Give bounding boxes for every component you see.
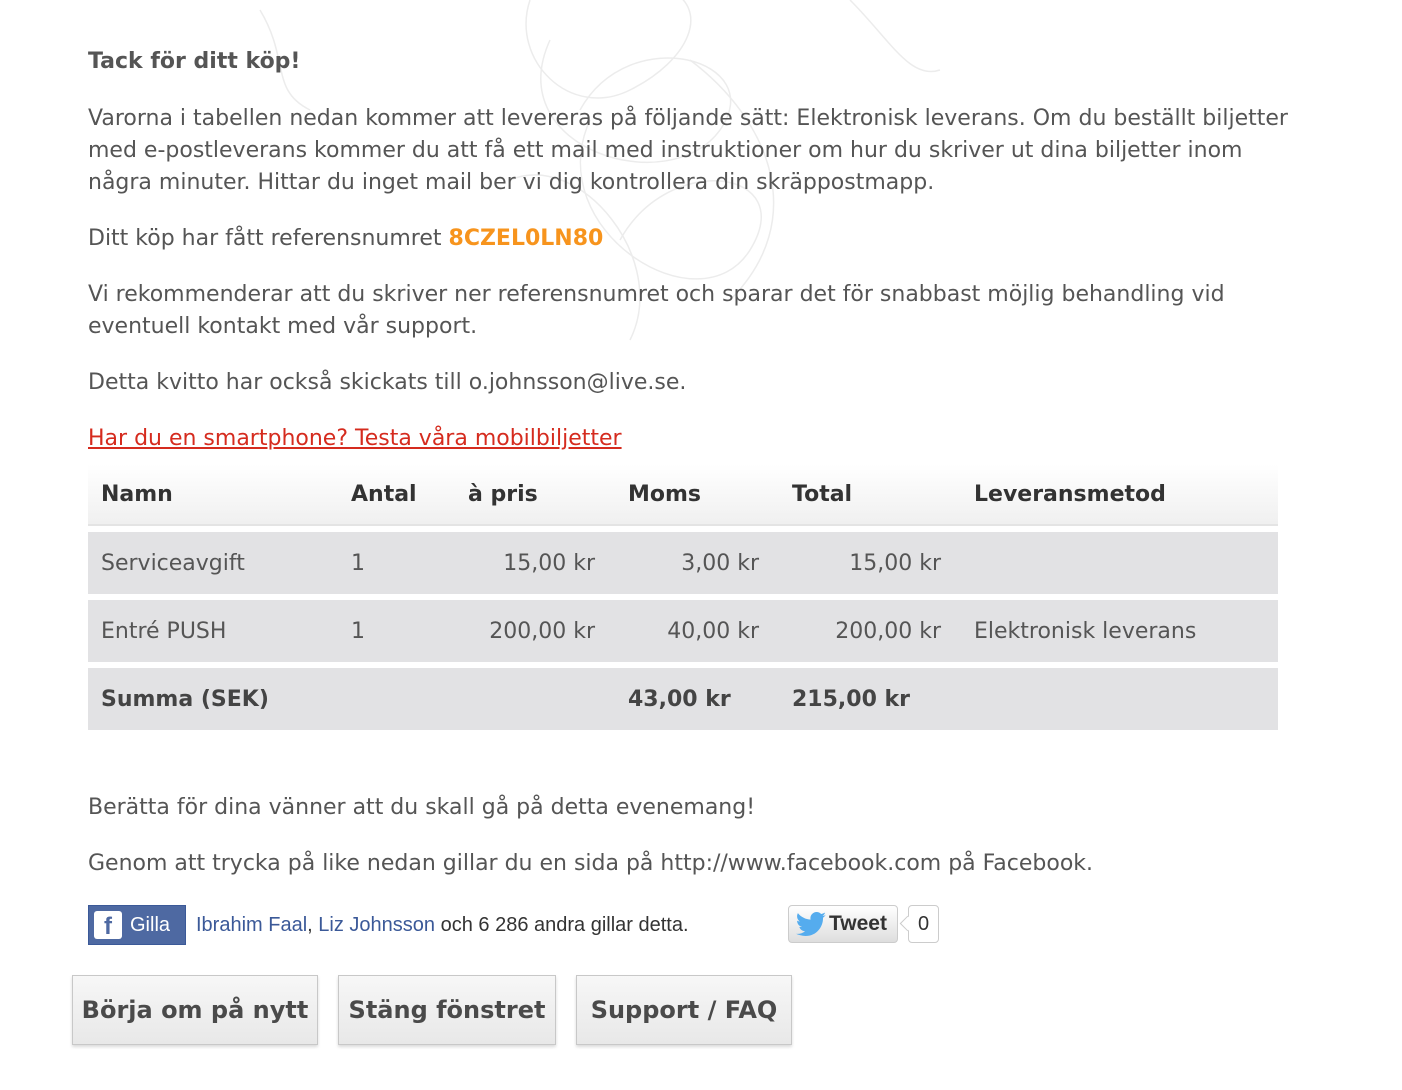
header-total: Total <box>779 464 961 526</box>
reference-line: Ditt köp har fått referensnumret 8CZEL0L… <box>88 223 603 255</box>
tweet-count: 0 <box>908 905 939 943</box>
header-unit-price: à pris <box>455 464 615 526</box>
cell-vat: 3,00 kr <box>615 532 779 594</box>
receipt-page: Tack för ditt köp! Varorna i tabellen ne… <box>0 0 1402 1090</box>
recommend-text: Vi rekommenderar att du skriver ner refe… <box>88 282 1225 339</box>
table-row: Serviceavgift 1 15,00 kr 3,00 kr 15,00 k… <box>88 532 1278 594</box>
reference-number: 8CZEL0LN80 <box>448 226 604 251</box>
header-delivery-method: Leveransmetod <box>961 464 1278 526</box>
receipt-email-text: Detta kvitto har också skickats till o.j… <box>88 370 687 395</box>
cell-delivery-method: Elektronisk leverans <box>961 600 1278 662</box>
like-label: Gilla <box>130 914 171 936</box>
friend-link[interactable]: Liz Johnsson <box>318 914 435 936</box>
cell-unit-price: 200,00 kr <box>455 600 615 662</box>
sum-label: Summa (SEK) <box>88 668 338 730</box>
cell-name: Entré PUSH <box>88 600 338 662</box>
tweet-button[interactable]: Tweet <box>788 905 898 943</box>
header-quantity: Antal <box>338 464 455 526</box>
like-summary: Ibrahim Faal, Liz Johnsson och 6 286 and… <box>196 914 689 936</box>
share-text: Berätta för dina vänner att du skall gå … <box>88 795 756 820</box>
table-row: Entré PUSH 1 200,00 kr 40,00 kr 200,00 k… <box>88 600 1278 662</box>
facebook-info-text: Genom att trycka på like nedan gillar du… <box>88 851 1094 876</box>
sum-vat: 43,00 kr <box>615 668 779 730</box>
sum-total: 215,00 kr <box>779 668 961 730</box>
facebook-like-button[interactable]: f Gilla <box>88 905 186 945</box>
delivery-info-text: Varorna i tabellen nedan kommer att leve… <box>88 106 1288 195</box>
social-bar: f Gilla Ibrahim Faal, Liz Johnsson och 6… <box>88 905 988 945</box>
close-window-button[interactable]: Stäng fönstret <box>338 975 556 1045</box>
mobile-tickets-link[interactable]: Har du en smartphone? Testa våra mobilbi… <box>88 423 622 455</box>
twitter-bird-icon <box>795 912 826 936</box>
table-sum-row: Summa (SEK) 43,00 kr 215,00 kr <box>88 668 1278 730</box>
table-header-row: Namn Antal à pris Moms Total Leveransmet… <box>88 464 1278 526</box>
thank-you-heading: Tack för ditt köp! <box>88 49 301 74</box>
facebook-icon: f <box>94 911 122 940</box>
support-faq-button[interactable]: Support / FAQ <box>576 975 792 1045</box>
header-vat: Moms <box>615 464 779 526</box>
cell-total: 200,00 kr <box>779 600 961 662</box>
header-name: Namn <box>88 464 338 526</box>
order-table: Namn Antal à pris Moms Total Leveransmet… <box>88 458 1278 736</box>
cell-quantity: 1 <box>338 532 455 594</box>
tweet-label: Tweet <box>829 912 887 935</box>
reference-prefix: Ditt köp har fått referensnumret <box>88 226 449 251</box>
cell-name: Serviceavgift <box>88 532 338 594</box>
cell-unit-price: 15,00 kr <box>455 532 615 594</box>
cell-quantity: 1 <box>338 600 455 662</box>
cell-vat: 40,00 kr <box>615 600 779 662</box>
friend-link[interactable]: Ibrahim Faal <box>196 914 307 936</box>
cell-delivery-method <box>961 532 1278 594</box>
cell-total: 15,00 kr <box>779 532 961 594</box>
restart-button[interactable]: Börja om på nytt <box>72 975 318 1045</box>
